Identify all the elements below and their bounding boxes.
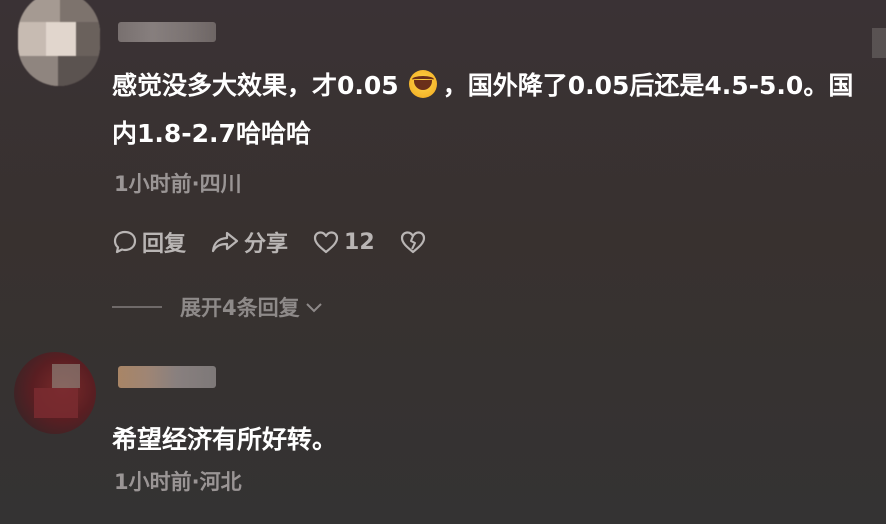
rofl-emoji-icon	[408, 70, 437, 98]
broken-heart-icon	[400, 231, 425, 254]
comment-bubble-icon	[113, 230, 137, 254]
dislike-button[interactable]	[399, 229, 431, 255]
comment-text: 希望经济有所好转。	[112, 425, 338, 454]
divider-line	[112, 306, 162, 308]
reply-button[interactable]: 回复	[112, 226, 186, 258]
expand-replies-label: 展开4条回复	[180, 296, 300, 320]
share-button[interactable]: 分享	[210, 226, 288, 258]
share-label: 分享	[244, 232, 289, 257]
partial-element-blurred	[872, 28, 886, 58]
comment-actions: 回复 分享 12	[112, 226, 455, 258]
chevron-down-icon	[305, 303, 322, 313]
reply-label: 回复	[142, 232, 187, 257]
expand-replies-button[interactable]: 展开4条回复	[112, 292, 324, 322]
username-blurred[interactable]	[118, 366, 216, 388]
username-blurred[interactable]	[118, 22, 216, 42]
like-count: 12	[344, 229, 375, 255]
like-button[interactable]: 12	[312, 229, 375, 255]
share-arrow-icon	[211, 231, 239, 253]
avatar[interactable]	[14, 352, 96, 434]
comment-text-part-1: 感觉没多大效果，才0.05	[112, 71, 399, 100]
comment-meta: 1小时前·河北	[114, 470, 242, 494]
comment-meta: 1小时前·四川	[114, 172, 242, 196]
avatar[interactable]	[18, 0, 100, 86]
heart-icon	[313, 231, 339, 254]
comment-text: 感觉没多大效果，才0.05 ，国外降了0.05后还是4.5-5.0。国内1.8-2…	[112, 62, 872, 158]
